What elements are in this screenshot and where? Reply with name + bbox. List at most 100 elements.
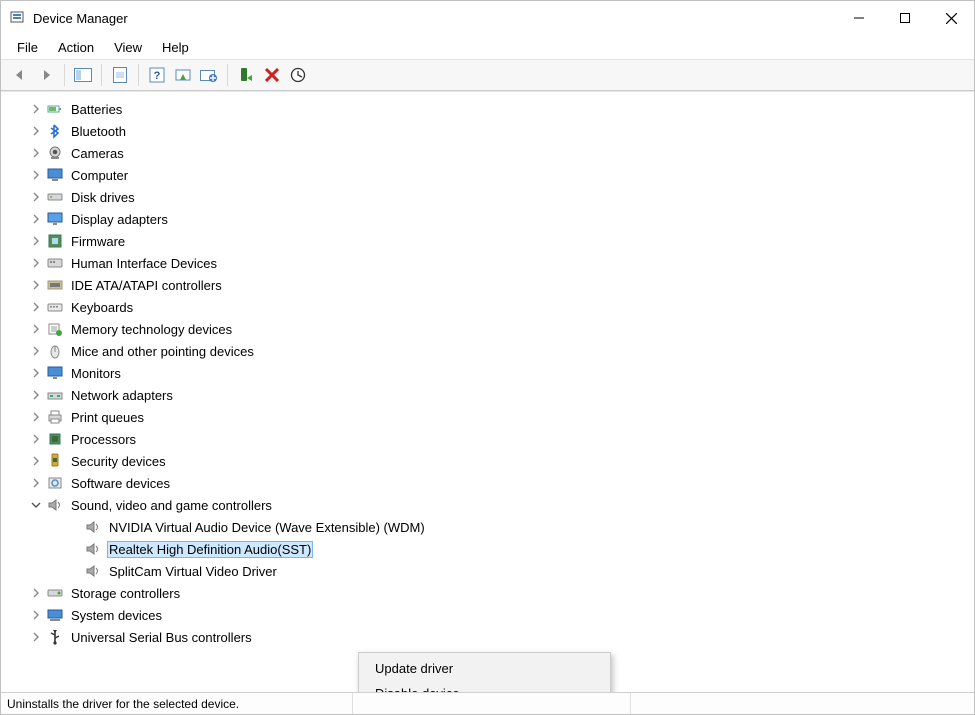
close-button[interactable] [928, 1, 974, 35]
expand-icon[interactable] [29, 388, 43, 402]
device-category-row[interactable]: Cameras [1, 142, 974, 164]
expand-icon[interactable] [29, 476, 43, 490]
toolbar-separator [227, 64, 228, 86]
app-icon [9, 10, 25, 26]
expand-icon[interactable] [29, 586, 43, 600]
minimize-button[interactable] [836, 1, 882, 35]
device-category-row[interactable]: Disk drives [1, 186, 974, 208]
expand-icon[interactable] [29, 300, 43, 314]
expand-icon[interactable] [29, 366, 43, 380]
disable-device-button[interactable] [285, 62, 311, 88]
device-category-row[interactable]: Mice and other pointing devices [1, 340, 974, 362]
device-category-row[interactable]: Firmware [1, 230, 974, 252]
maximize-button[interactable] [882, 1, 928, 35]
device-label: NVIDIA Virtual Audio Device (Wave Extens… [107, 519, 427, 536]
expand-icon[interactable] [29, 124, 43, 138]
device-category-row[interactable]: Print queues [1, 406, 974, 428]
svg-text:?: ? [154, 70, 161, 82]
software-icon [47, 475, 63, 491]
device-category-row[interactable]: Network adapters [1, 384, 974, 406]
device-category-row[interactable]: Monitors [1, 362, 974, 384]
monitor-icon [47, 365, 63, 381]
mouse-icon [47, 343, 63, 359]
device-category-row[interactable]: Security devices [1, 450, 974, 472]
window-title: Device Manager [33, 11, 128, 26]
expand-icon[interactable] [29, 234, 43, 248]
device-category-row[interactable]: Computer [1, 164, 974, 186]
device-row[interactable]: Realtek High Definition Audio(SST) [1, 538, 974, 560]
device-category-label: Sound, video and game controllers [69, 497, 274, 514]
update-driver-button[interactable] [196, 62, 222, 88]
expand-icon[interactable] [29, 454, 43, 468]
hid-icon [47, 255, 63, 271]
scan-hardware-button[interactable] [170, 62, 196, 88]
collapse-icon[interactable] [29, 498, 43, 512]
menu-action[interactable]: Action [48, 37, 104, 58]
menu-view[interactable]: View [104, 37, 152, 58]
device-category-row[interactable]: System devices [1, 604, 974, 626]
battery-icon [47, 101, 63, 117]
device-category-label: Firmware [69, 233, 127, 250]
device-category-row[interactable]: Sound, video and game controllers [1, 494, 974, 516]
expand-icon[interactable] [29, 410, 43, 424]
menu-help[interactable]: Help [152, 37, 199, 58]
expand-icon[interactable] [29, 608, 43, 622]
title-bar: Device Manager [1, 1, 974, 35]
uninstall-device-button[interactable] [259, 62, 285, 88]
device-category-label: Display adapters [69, 211, 170, 228]
expand-icon[interactable] [29, 102, 43, 116]
device-category-row[interactable]: Software devices [1, 472, 974, 494]
expand-icon[interactable] [29, 168, 43, 182]
device-category-row[interactable]: Memory technology devices [1, 318, 974, 340]
device-category-row[interactable]: Universal Serial Bus controllers [1, 626, 974, 648]
context-update-driver[interactable]: Update driver [361, 656, 608, 681]
disk-icon [47, 189, 63, 205]
device-category-row[interactable]: Storage controllers [1, 582, 974, 604]
sound-icon [85, 541, 101, 557]
device-row[interactable]: NVIDIA Virtual Audio Device (Wave Extens… [1, 516, 974, 538]
security-icon [47, 453, 63, 469]
device-category-row[interactable]: IDE ATA/ATAPI controllers [1, 274, 974, 296]
expand-icon[interactable] [29, 212, 43, 226]
status-bar: Uninstalls the driver for the selected d… [1, 692, 974, 714]
show-hide-console-button[interactable] [70, 62, 96, 88]
display-icon [47, 211, 63, 227]
expand-icon[interactable] [29, 190, 43, 204]
device-row[interactable]: SplitCam Virtual Video Driver [1, 560, 974, 582]
context-menu: Update driver Disable device Uninstall d… [358, 652, 611, 692]
device-category-row[interactable]: Bluetooth [1, 120, 974, 142]
processor-icon [47, 431, 63, 447]
forward-button[interactable] [33, 62, 59, 88]
device-label: SplitCam Virtual Video Driver [107, 563, 279, 580]
expand-icon[interactable] [29, 278, 43, 292]
help-button[interactable]: ? [144, 62, 170, 88]
menu-file[interactable]: File [7, 37, 48, 58]
expand-icon[interactable] [29, 344, 43, 358]
device-category-row[interactable]: Display adapters [1, 208, 974, 230]
device-category-row[interactable]: Batteries [1, 98, 974, 120]
expand-icon[interactable] [29, 630, 43, 644]
device-category-row[interactable]: Keyboards [1, 296, 974, 318]
device-category-label: Memory technology devices [69, 321, 234, 338]
device-category-label: Bluetooth [69, 123, 128, 140]
device-category-row[interactable]: Human Interface Devices [1, 252, 974, 274]
ide-icon [47, 277, 63, 293]
expand-icon[interactable] [29, 256, 43, 270]
properties-button[interactable] [107, 62, 133, 88]
expand-icon[interactable] [29, 432, 43, 446]
toolbar-separator [138, 64, 139, 86]
usb-icon [47, 629, 63, 645]
device-category-label: Print queues [69, 409, 146, 426]
camera-icon [47, 145, 63, 161]
device-category-row[interactable]: Processors [1, 428, 974, 450]
sound-icon [85, 563, 101, 579]
back-button[interactable] [7, 62, 33, 88]
storage-icon [47, 585, 63, 601]
enable-device-button[interactable] [233, 62, 259, 88]
expand-icon[interactable] [29, 322, 43, 336]
sound-icon [47, 497, 63, 513]
printer-icon [47, 409, 63, 425]
context-disable-device[interactable]: Disable device [361, 681, 608, 692]
expand-icon[interactable] [29, 146, 43, 160]
device-tree[interactable]: Batteries Bluetooth CamerasComputerDisk dr… [1, 92, 974, 692]
